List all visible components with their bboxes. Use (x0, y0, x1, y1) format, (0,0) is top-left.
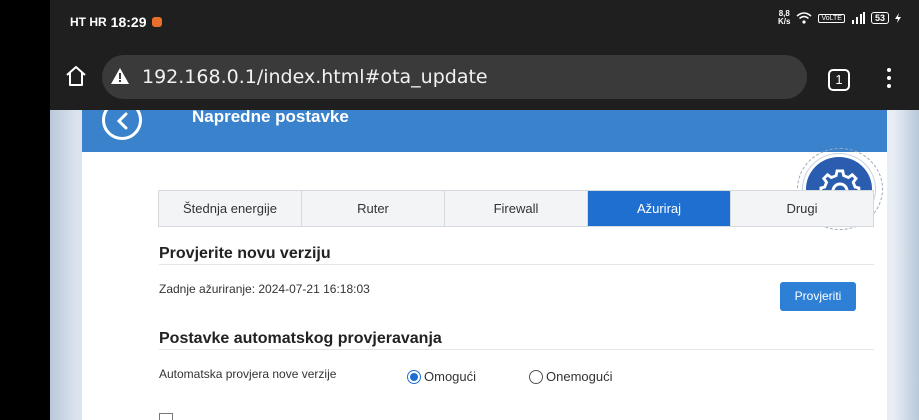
url-text[interactable]: 192.168.0.1/index.html#ota_update (142, 66, 488, 88)
last-update-text: Zadnje ažuriranje: 2024-07-21 16:18:03 (159, 282, 370, 296)
auto-check-heading: Postavke automatskog provjeravanja (159, 330, 442, 347)
tab-other[interactable]: Drugi (731, 191, 873, 226)
chevron-left-icon (116, 112, 128, 130)
status-left: HT HR 18:29 (70, 14, 163, 30)
partially-visible-checkbox[interactable] (159, 413, 173, 420)
radio-checked-icon[interactable] (407, 369, 421, 384)
section-divider (159, 349, 874, 350)
page-title: Napredne postavke (192, 110, 349, 126)
app-notification-icon (152, 17, 163, 27)
header-band: Napredne postavke (82, 110, 887, 152)
wifi-icon (796, 12, 812, 24)
radio-enable[interactable]: Omogući (407, 369, 476, 384)
volte-badge: VoLTE (818, 13, 845, 23)
tab-energy-saving[interactable]: Štednja energije (159, 191, 302, 226)
network-speed-unit: K/s (778, 17, 791, 26)
check-version-heading: Provjerite novu verziju (159, 245, 331, 262)
status-right: 8,8 K/s VoLTE 53 (778, 10, 901, 26)
status-bar: HT HR 18:29 8,8 K/s VoLTE 53 (50, 0, 919, 44)
tab-update[interactable]: Ažuriraj (588, 191, 731, 226)
radio-unchecked-icon[interactable] (529, 369, 543, 384)
battery-indicator: 53 (870, 12, 889, 24)
radio-enable-label[interactable]: Omogući (424, 369, 476, 384)
overflow-menu-icon[interactable] (885, 68, 893, 92)
carrier-label: HT HR (70, 15, 107, 29)
home-icon[interactable] (64, 64, 88, 88)
radio-disable-label[interactable]: Onemogući (546, 369, 612, 384)
section-divider (159, 264, 874, 265)
network-speed: 8,8 K/s (778, 10, 790, 26)
clock: 18:29 (110, 14, 147, 30)
auto-check-label: Automatska provjera nove verzije (159, 367, 337, 381)
tab-router[interactable]: Ruter (302, 191, 445, 226)
tab-switcher-button[interactable]: 1 (828, 69, 850, 91)
browser-toolbar: 192.168.0.1/index.html#ota_update 1 (50, 44, 919, 110)
web-page: Napredne postavke Štednja energije Ruter… (50, 110, 919, 420)
signal-icon (851, 12, 865, 24)
tab-firewall[interactable]: Firewall (445, 191, 588, 226)
charging-icon (895, 13, 901, 23)
check-update-button[interactable]: Provjeriti (780, 282, 856, 311)
radio-disable[interactable]: Onemogući (529, 369, 612, 384)
not-secure-warning-icon[interactable] (110, 66, 130, 86)
settings-tabs: Štednja energije Ruter Firewall Ažuriraj… (158, 190, 874, 227)
